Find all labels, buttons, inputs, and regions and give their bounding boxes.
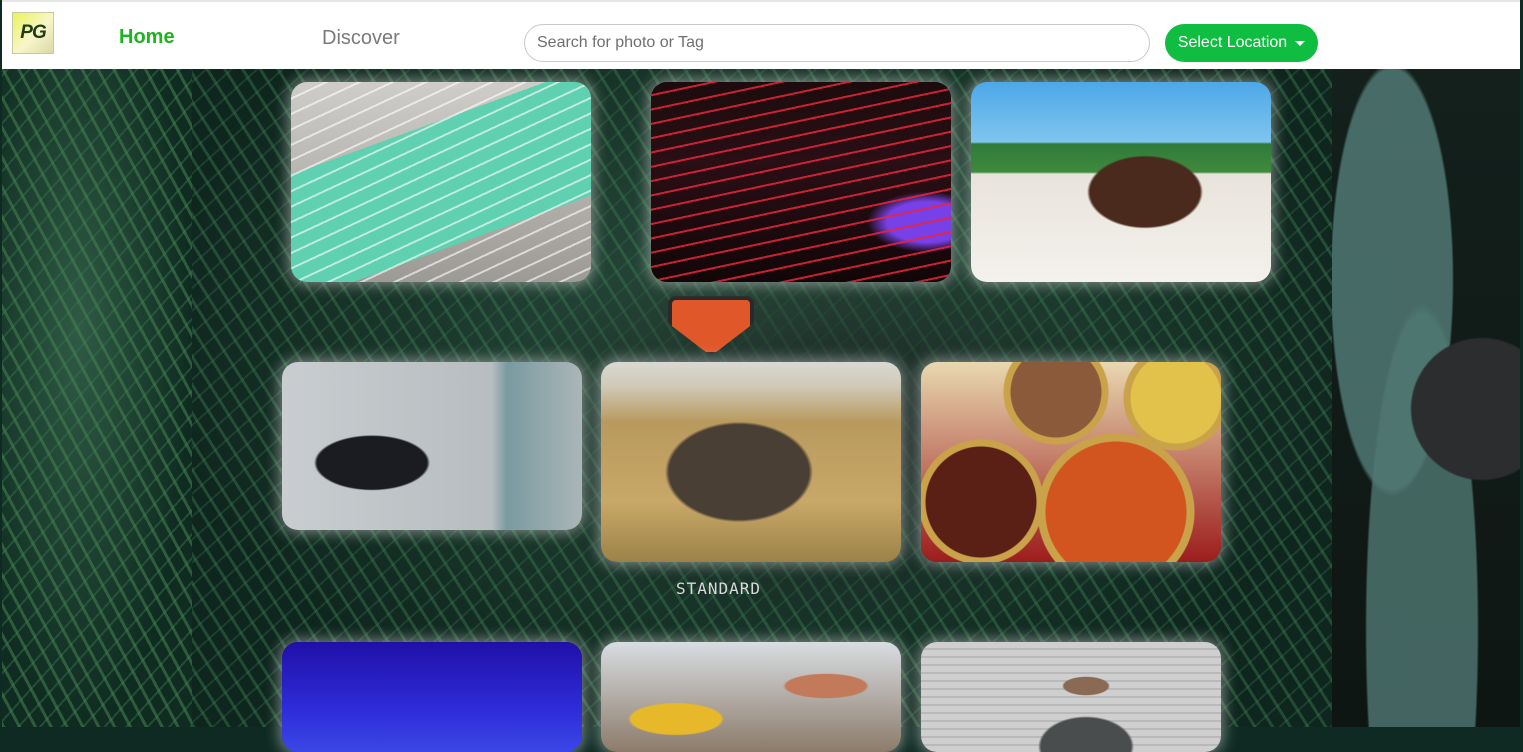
nav-home-link[interactable]: Home [119,26,175,49]
camera-model-label: STANDARD [676,579,762,598]
select-location-dropdown[interactable]: Select Location [1165,24,1318,62]
photo-card-face-masks[interactable] [291,82,591,282]
nav-discover-link[interactable]: Discover [322,27,400,50]
photo-card-blue-gradient[interactable] [282,642,582,752]
photo-card-light-trails[interactable] [651,82,951,282]
search-input[interactable] [524,24,1150,62]
photo-card-man-beanie[interactable] [921,642,1221,752]
background-camera-right [1332,69,1520,727]
brand-logo[interactable]: PG [12,12,54,54]
photo-card-elephant[interactable] [601,362,901,562]
photo-card-beach-kids[interactable] [971,82,1271,282]
photo-card-curry-dishes[interactable] [921,362,1221,562]
select-location-label: Select Location [1177,34,1288,51]
photo-card-grilled-food[interactable] [601,642,901,752]
photo-card-snow-photographer[interactable] [282,362,582,530]
background-fern-left [2,69,192,727]
top-navbar: PG Home Discover Select Location [2,0,1520,69]
caret-down-icon [1295,40,1306,46]
logo-text: PG [20,22,46,43]
